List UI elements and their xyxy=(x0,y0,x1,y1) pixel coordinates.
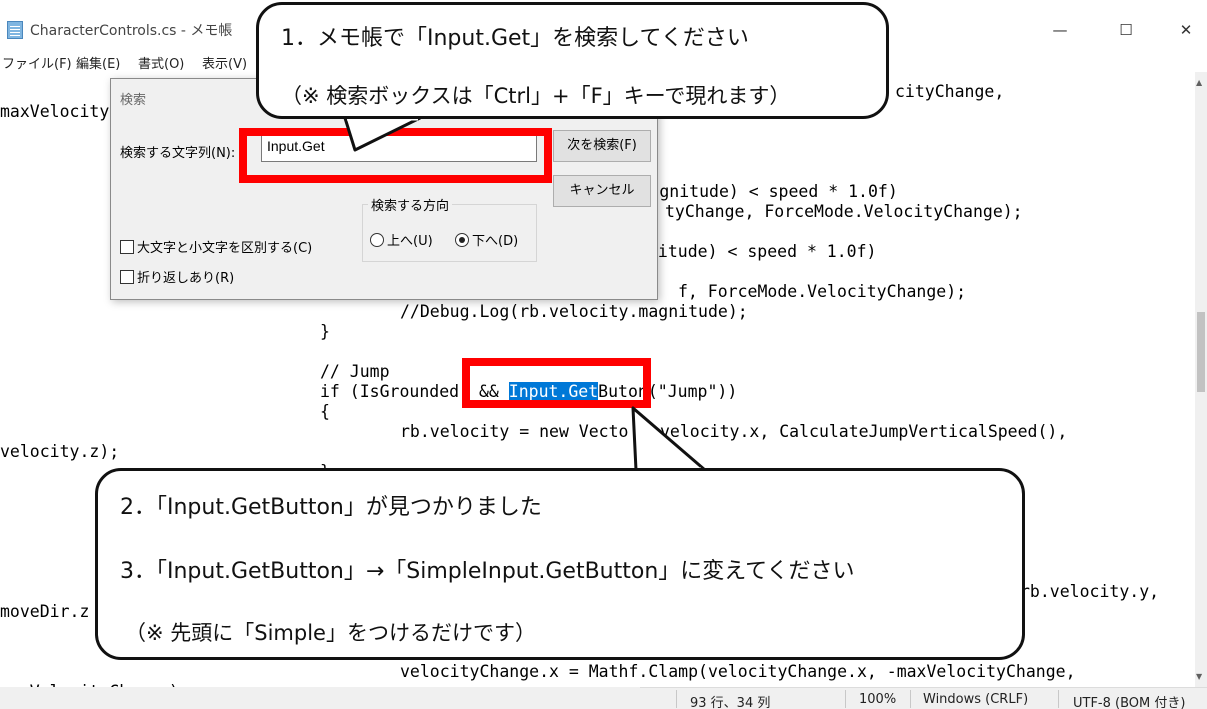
callout-step2-text: 2．「Input.GetButton」が見つかりました xyxy=(120,495,542,520)
callout-step1: 1．メモ帳で「Input.Get」を検索してください （※ 検索ボックスは「Ct… xyxy=(256,2,889,119)
callout-step1-note: （※ 検索ボックスは「Ctrl」+「F」キーで現れます） xyxy=(281,84,791,108)
callout-step1-text: 1．メモ帳で「Input.Get」を検索してください xyxy=(281,26,749,51)
callout-step3-text: 3．「Input.GetButton」→「SimpleInput.GetButt… xyxy=(120,559,855,584)
callout-step2-3: 2．「Input.GetButton」が見つかりました 3．「Input.Get… xyxy=(95,468,1025,660)
callout-step3-note: （※ 先頭に「Simple」をつけるだけです） xyxy=(125,621,536,645)
